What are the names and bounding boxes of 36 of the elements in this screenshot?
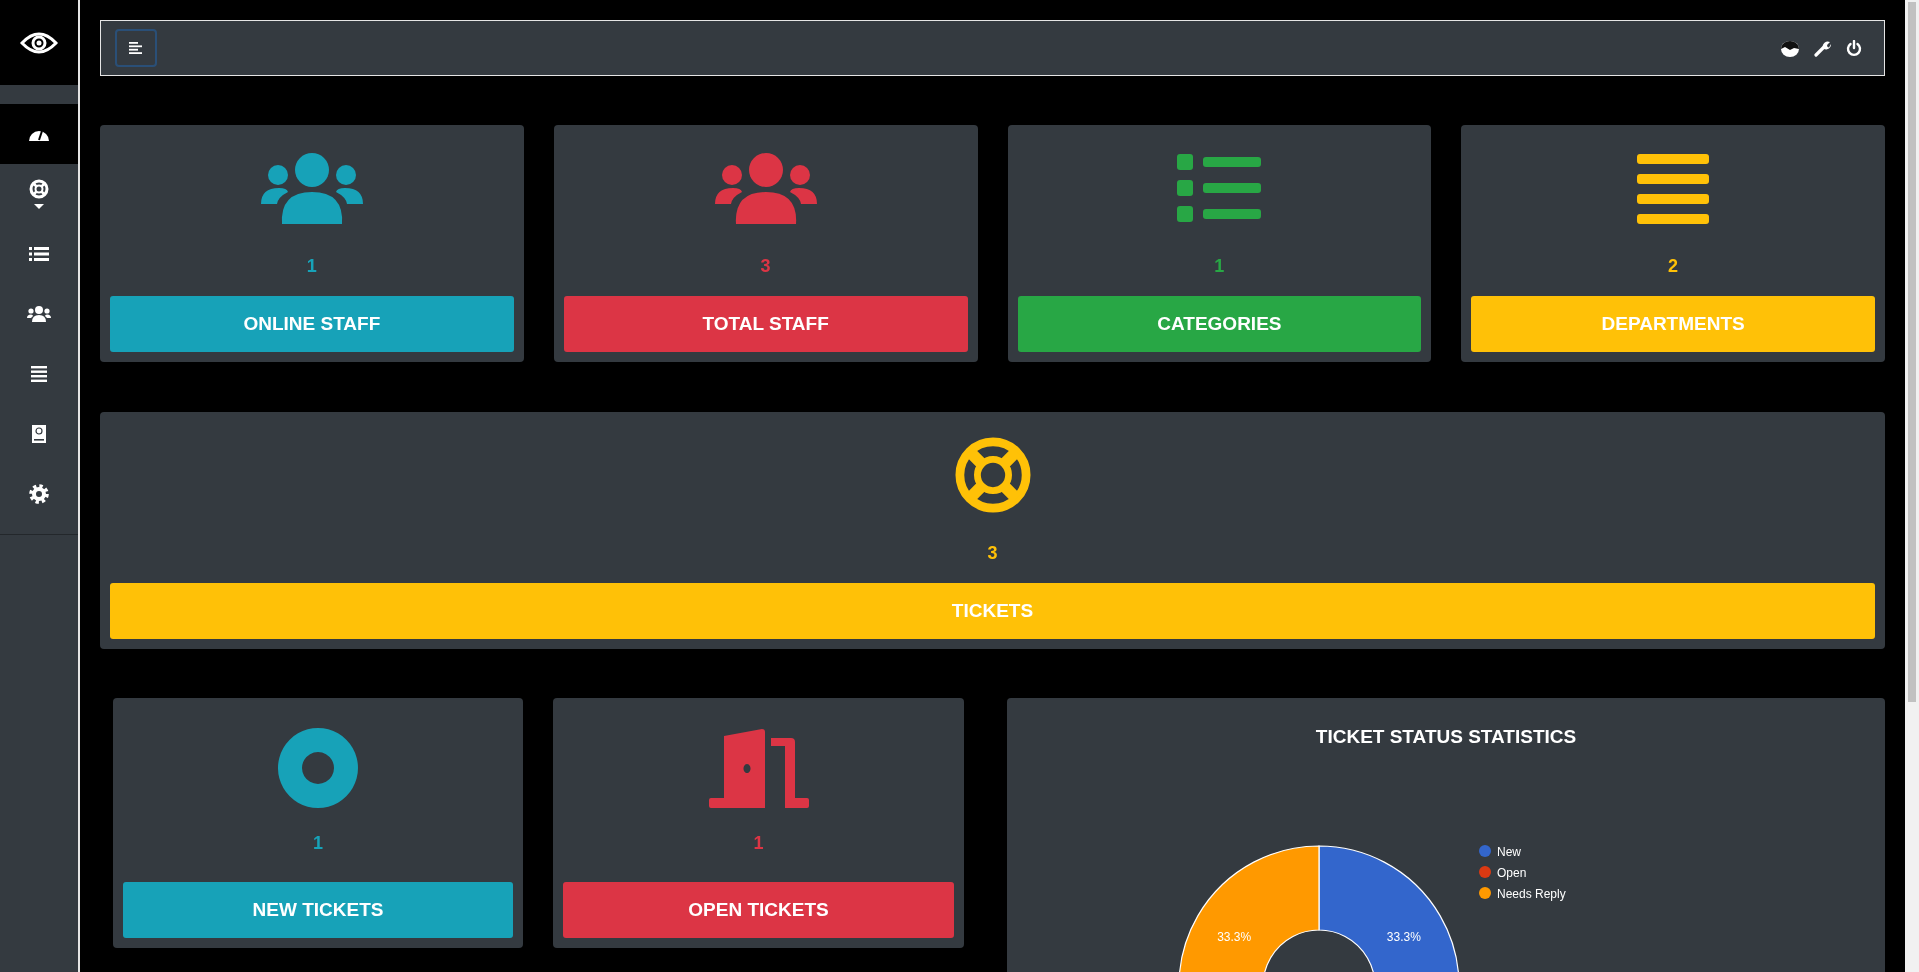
eye-icon[interactable] xyxy=(20,30,58,55)
menu-icon xyxy=(129,42,143,54)
stat-label: DEPARTMENTS xyxy=(1471,296,1875,352)
stat-count: 3 xyxy=(987,542,998,565)
stat-count: 1 xyxy=(306,255,317,278)
settings-icon xyxy=(29,484,49,504)
stat-count: 1 xyxy=(313,832,323,855)
legend-label: New xyxy=(1497,845,1521,859)
stat-count: 1 xyxy=(1214,255,1225,278)
list-icon xyxy=(29,246,49,262)
scrollbar[interactable] xyxy=(1905,0,1919,972)
users-icon xyxy=(27,306,51,322)
stat-label: ONLINE STAFF xyxy=(110,296,514,352)
stat-count: 3 xyxy=(760,255,771,278)
legend-label: Open xyxy=(1497,866,1527,880)
menu-toggle-button[interactable] xyxy=(115,29,157,67)
stat-label: OPEN TICKETS xyxy=(563,882,954,938)
sidebar-item[interactable] xyxy=(0,104,78,164)
slice-value-label: 33.3% xyxy=(1386,929,1421,944)
stat-label: NEW TICKETS xyxy=(123,882,513,938)
stat-count: 2 xyxy=(1668,255,1679,278)
caret-icon xyxy=(34,204,44,209)
stat-count: 1 xyxy=(753,832,764,855)
slice-value-label: 33.3% xyxy=(1217,929,1252,944)
legend-label: Needs Reply xyxy=(1497,887,1566,901)
chart-title: TICKET STATUS STATISTICS xyxy=(1314,726,1578,748)
lifebuoy-icon xyxy=(29,179,49,199)
stat-label: TOTAL STAFF xyxy=(563,296,968,352)
stat-label: TICKETS xyxy=(110,583,1875,639)
stat-label: CATEGORIES xyxy=(1017,296,1422,352)
wrench-icon[interactable] xyxy=(1814,39,1832,57)
contrast-icon[interactable] xyxy=(1780,39,1800,57)
bars-icon xyxy=(31,366,47,382)
power-icon[interactable] xyxy=(1846,39,1862,57)
book-icon xyxy=(31,424,47,444)
door-icon xyxy=(708,728,809,808)
